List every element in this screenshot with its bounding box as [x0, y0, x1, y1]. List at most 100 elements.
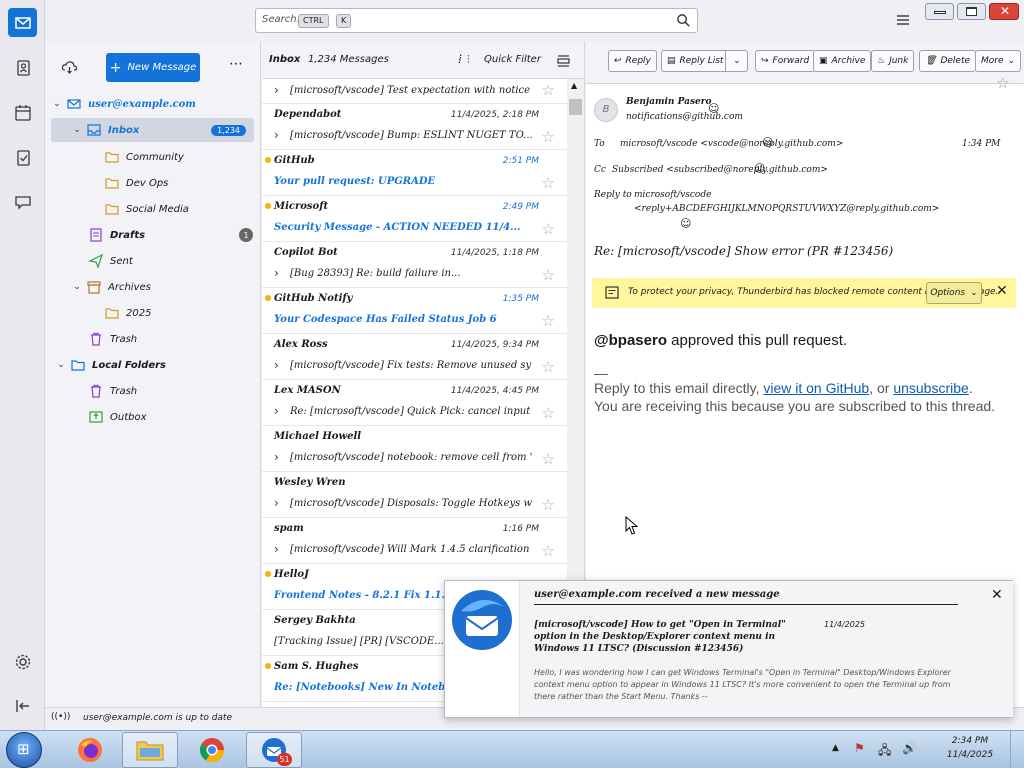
star-icon[interactable]: ☆ — [542, 266, 555, 284]
folder-inbox[interactable]: ⌄ Inbox 1,234 — [51, 118, 254, 142]
collapse-chevron-icon[interactable]: ⌄ — [55, 360, 67, 370]
star-icon[interactable]: ☆ — [542, 358, 555, 376]
address-book-space-button[interactable] — [8, 53, 37, 82]
forward-button[interactable]: ↪ Forward — [755, 50, 816, 72]
search-icon[interactable] — [676, 13, 691, 28]
folder-pane-menu-icon[interactable]: ⋯ — [229, 56, 244, 72]
get-messages-icon[interactable] — [61, 59, 78, 76]
clock-date[interactable]: 11/4/2025 — [940, 750, 1000, 760]
contact-icon[interactable]: ☺ — [754, 162, 765, 175]
add-contact-icon[interactable]: ☺ — [708, 102, 719, 115]
new-message-button[interactable]: + New Message — [106, 53, 200, 82]
message-row[interactable]: Dependabot 11/4/2025, 2:18 PM › [microso… — [262, 104, 567, 150]
folder-sub-3[interactable]: Social Media — [45, 197, 261, 221]
star-icon[interactable]: ☆ — [542, 450, 555, 468]
show-hidden-icons-icon[interactable]: ▲ — [832, 743, 839, 753]
taskbar-file-explorer[interactable] — [122, 732, 178, 768]
star-icon[interactable]: ☆ — [542, 220, 555, 238]
message-row[interactable]: Microsoft 2:49 PM Security Message - ACT… — [262, 196, 567, 242]
star-icon[interactable]: ☆ — [542, 128, 555, 146]
local-trash[interactable]: Trash — [45, 379, 261, 403]
taskbar-firefox[interactable] — [62, 732, 118, 768]
unsubscribe-link[interactable]: unsubscribe — [893, 380, 969, 396]
folder-archives[interactable]: ⌄ Archives — [45, 275, 261, 299]
contact-icon[interactable]: ☺ — [680, 217, 691, 230]
message-row[interactable]: GitHub Notify 1:35 PM Your Codespace Has… — [262, 288, 567, 334]
star-icon[interactable]: ☆ — [542, 404, 555, 422]
contact-icon[interactable]: ☺ — [762, 136, 773, 149]
folder-trash[interactable]: Trash — [45, 327, 261, 351]
archive-button[interactable]: ▣ Archive — [813, 50, 872, 72]
message-row[interactable]: GitHub 2:51 PM Your pull request: UPGRAD… — [262, 150, 567, 196]
folder-sent[interactable]: Sent — [45, 249, 261, 273]
message-row[interactable]: Michael Howell › [microsoft/vscode] note… — [262, 426, 567, 472]
message-row[interactable]: › [microsoft/vscode] Test expectation wi… — [262, 79, 567, 104]
taskbar-thunderbird[interactable]: 51 — [246, 732, 302, 768]
online-status-icon[interactable]: ((•)) — [51, 712, 70, 722]
mail-space-button[interactable] — [8, 8, 37, 37]
folder-drafts[interactable]: Drafts 1 — [45, 223, 261, 247]
global-search-bar[interactable]: Search… CTRL K — [255, 8, 698, 33]
star-icon[interactable]: ☆ — [542, 312, 555, 330]
collapse-chevron-icon[interactable]: ⌄ — [51, 99, 63, 109]
message-row[interactable]: Copilot Bot 11/4/2025, 1:18 PM › [Bug 28… — [262, 242, 567, 288]
collapse-chevron-icon[interactable]: ⌄ — [71, 282, 83, 292]
expand-thread-icon[interactable]: › — [274, 496, 279, 510]
folder-sub-1[interactable]: Community — [45, 145, 261, 169]
local-folders-row[interactable]: ⌄ Local Folders — [45, 353, 261, 377]
calendar-space-button[interactable] — [8, 98, 37, 127]
folder-sub-2[interactable]: Dev Ops — [45, 171, 261, 195]
message-row[interactable]: spam 1:16 PM › [microsoft/vscode] Will M… — [262, 518, 567, 564]
collapse-chevron-icon[interactable]: ⌄ — [71, 125, 83, 135]
options-button[interactable]: Options ⌄ — [926, 282, 982, 304]
start-button[interactable]: ⊞ — [6, 732, 42, 768]
local-outbox[interactable]: Outbox — [45, 405, 261, 429]
scroll-up-icon[interactable]: ▲ — [571, 81, 577, 90]
expand-thread-icon[interactable]: › — [274, 450, 279, 464]
new-mail-notification[interactable]: user@example.com received a new message … — [444, 580, 1013, 718]
volume-icon[interactable]: 🔊 — [902, 741, 917, 755]
settings-space-button[interactable] — [8, 647, 37, 676]
account-row[interactable]: ⌄ user@example.com — [45, 92, 261, 116]
chat-space-button[interactable] — [8, 187, 37, 216]
network-icon[interactable]: 🖧 — [878, 741, 891, 762]
close-notice-icon[interactable]: ✕ — [996, 283, 1008, 299]
hamburger-menu-icon[interactable] — [895, 12, 911, 28]
more-button[interactable]: More ⌄ — [975, 50, 1022, 72]
quick-filter-icon[interactable]: ⫶ — [467, 53, 470, 67]
tasks-space-button[interactable] — [8, 143, 37, 172]
reply-button[interactable]: ↩ Reply — [608, 50, 657, 72]
star-icon[interactable]: ☆ — [542, 81, 555, 99]
expand-thread-icon[interactable]: › — [274, 83, 279, 97]
expand-thread-icon[interactable]: › — [274, 128, 279, 142]
message-row[interactable]: Lex MASON 11/4/2025, 4:45 PM › Re: [micr… — [262, 380, 567, 426]
reply-list-button[interactable]: ▤ Reply List ⌄ — [661, 50, 749, 72]
message-row[interactable]: Alex Ross 11/4/2025, 9:34 PM › [microsof… — [262, 334, 567, 380]
expand-thread-icon[interactable]: › — [274, 358, 279, 372]
close-notification-icon[interactable]: ✕ — [991, 587, 1003, 603]
expand-thread-icon[interactable]: › — [274, 542, 279, 556]
star-icon[interactable]: ☆ — [542, 174, 555, 192]
maximize-button[interactable] — [957, 3, 986, 20]
star-icon[interactable]: ☆ — [996, 74, 1009, 92]
quick-filter-button[interactable]: Quick Filter — [484, 54, 541, 65]
delete-button[interactable]: 🗑 Delete — [919, 50, 977, 72]
show-desktop-button[interactable] — [1010, 731, 1024, 768]
collapse-spaces-button[interactable] — [8, 691, 37, 720]
minimize-button[interactable] — [925, 3, 954, 20]
expand-thread-icon[interactable]: › — [274, 266, 279, 280]
message-row[interactable]: Wesley Wren › [microsoft/vscode] Disposa… — [262, 472, 567, 518]
action-center-flag-icon[interactable]: ⚑ — [854, 741, 865, 755]
folder-archives-sub[interactable]: 2025 — [45, 301, 261, 325]
view-on-github-link[interactable]: view it on GitHub — [763, 380, 869, 396]
display-options-icon[interactable] — [556, 53, 571, 68]
junk-button[interactable]: ♨ Junk — [871, 50, 915, 72]
star-icon[interactable]: ☆ — [542, 496, 555, 514]
expand-thread-icon[interactable]: › — [274, 404, 279, 418]
reply-dropdown-chevron-icon[interactable]: ⌄ — [725, 51, 747, 71]
star-icon[interactable]: ☆ — [542, 542, 555, 560]
close-window-button[interactable]: ✕ — [989, 3, 1019, 20]
taskbar-chrome[interactable] — [184, 732, 240, 768]
clock-time[interactable]: 2:34 PM — [940, 736, 1000, 746]
scrollbar-thumb[interactable] — [569, 99, 582, 115]
